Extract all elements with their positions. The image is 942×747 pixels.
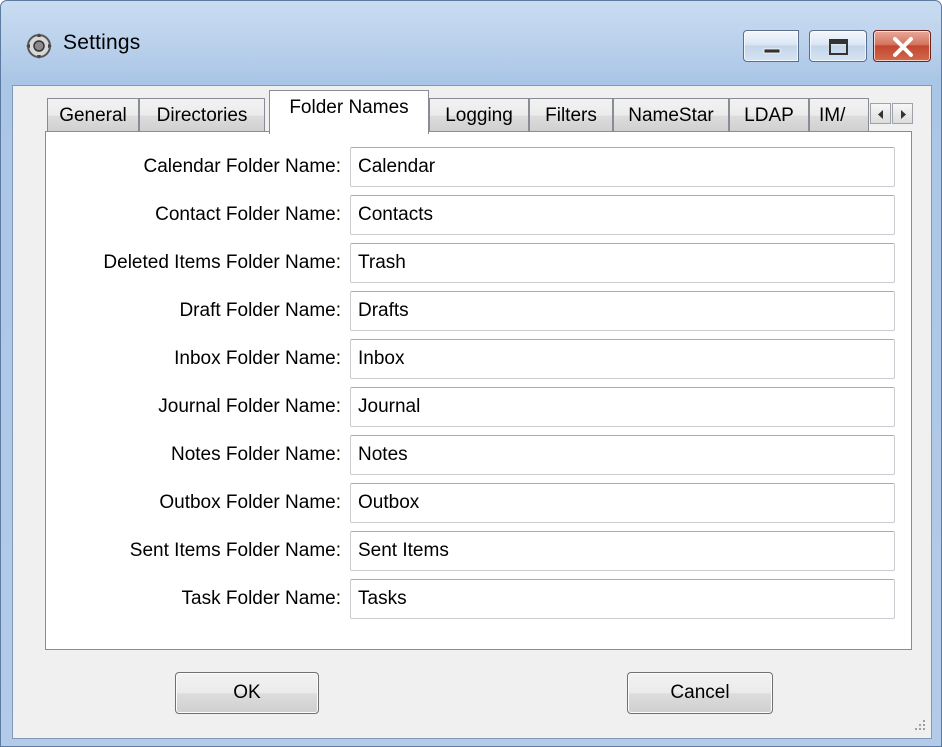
journal-folder-row: Journal Folder Name:: [46, 387, 911, 427]
sent-items-folder-label: Sent Items Folder Name:: [129, 540, 341, 561]
settings-window: Settings General Directories Folder Name…: [0, 0, 942, 747]
contact-folder-input[interactable]: [350, 195, 895, 235]
tab-directories[interactable]: Directories: [139, 98, 265, 132]
tab-namestar[interactable]: NameStar: [613, 98, 729, 132]
deleted-items-folder-row: Deleted Items Folder Name:: [46, 243, 911, 283]
scroll-left-icon: [878, 110, 883, 119]
close-icon: [893, 37, 913, 57]
task-folder-row: Task Folder Name:: [46, 579, 911, 619]
notes-folder-input[interactable]: [350, 435, 895, 475]
inbox-folder-row: Inbox Folder Name:: [46, 339, 911, 379]
maximize-icon: [829, 39, 848, 55]
tab-filters[interactable]: Filters: [529, 98, 613, 132]
minimize-button[interactable]: [743, 30, 799, 62]
tab-general[interactable]: General: [47, 98, 139, 132]
inbox-folder-input[interactable]: [350, 339, 895, 379]
window-title: Settings: [63, 31, 141, 54]
tab-scroll-right-button[interactable]: [892, 103, 913, 124]
calendar-folder-input[interactable]: [350, 147, 895, 187]
deleted-items-folder-label: Deleted Items Folder Name:: [103, 252, 341, 273]
deleted-items-folder-input[interactable]: [350, 243, 895, 283]
tab-strip: General Directories Folder Names Logging…: [13, 86, 931, 134]
draft-folder-label: Draft Folder Name:: [179, 300, 341, 321]
scroll-right-icon: [901, 110, 906, 119]
tab-folder-names[interactable]: Folder Names: [269, 90, 429, 134]
inbox-folder-label: Inbox Folder Name:: [174, 348, 341, 369]
journal-folder-label: Journal Folder Name:: [158, 396, 341, 417]
outbox-folder-label: Outbox Folder Name:: [159, 492, 341, 513]
notes-folder-row: Notes Folder Name:: [46, 435, 911, 475]
calendar-folder-row: Calendar Folder Name:: [46, 147, 911, 187]
draft-folder-input[interactable]: [350, 291, 895, 331]
outbox-folder-row: Outbox Folder Name:: [46, 483, 911, 523]
sent-items-folder-row: Sent Items Folder Name:: [46, 531, 911, 571]
tab-im[interactable]: IM/: [809, 98, 869, 132]
tab-logging[interactable]: Logging: [429, 98, 529, 132]
dialog-client-area: General Directories Folder Names Logging…: [12, 85, 932, 739]
outbox-folder-input[interactable]: [350, 483, 895, 523]
contact-folder-row: Contact Folder Name:: [46, 195, 911, 235]
notes-folder-label: Notes Folder Name:: [170, 444, 341, 465]
task-folder-label: Task Folder Name:: [181, 588, 341, 609]
ok-button[interactable]: OK: [175, 672, 319, 714]
task-folder-input[interactable]: [350, 579, 895, 619]
minimize-icon: [763, 48, 781, 54]
sent-items-folder-input[interactable]: [350, 531, 895, 571]
draft-folder-row: Draft Folder Name:: [46, 291, 911, 331]
cancel-button[interactable]: Cancel: [627, 672, 773, 714]
folder-names-panel: Calendar Folder Name: Contact Folder Nam…: [45, 131, 912, 650]
tab-ldap[interactable]: LDAP: [729, 98, 809, 132]
resize-grip-icon[interactable]: [911, 716, 927, 732]
title-bar[interactable]: Settings: [1, 1, 941, 85]
journal-folder-input[interactable]: [350, 387, 895, 427]
maximize-button[interactable]: [809, 30, 867, 62]
settings-gear-icon[interactable]: [25, 32, 53, 60]
contact-folder-label: Contact Folder Name:: [155, 204, 341, 225]
tab-scroll-left-button[interactable]: [870, 103, 891, 124]
close-button[interactable]: [873, 30, 931, 62]
calendar-folder-label: Calendar Folder Name:: [143, 156, 341, 177]
